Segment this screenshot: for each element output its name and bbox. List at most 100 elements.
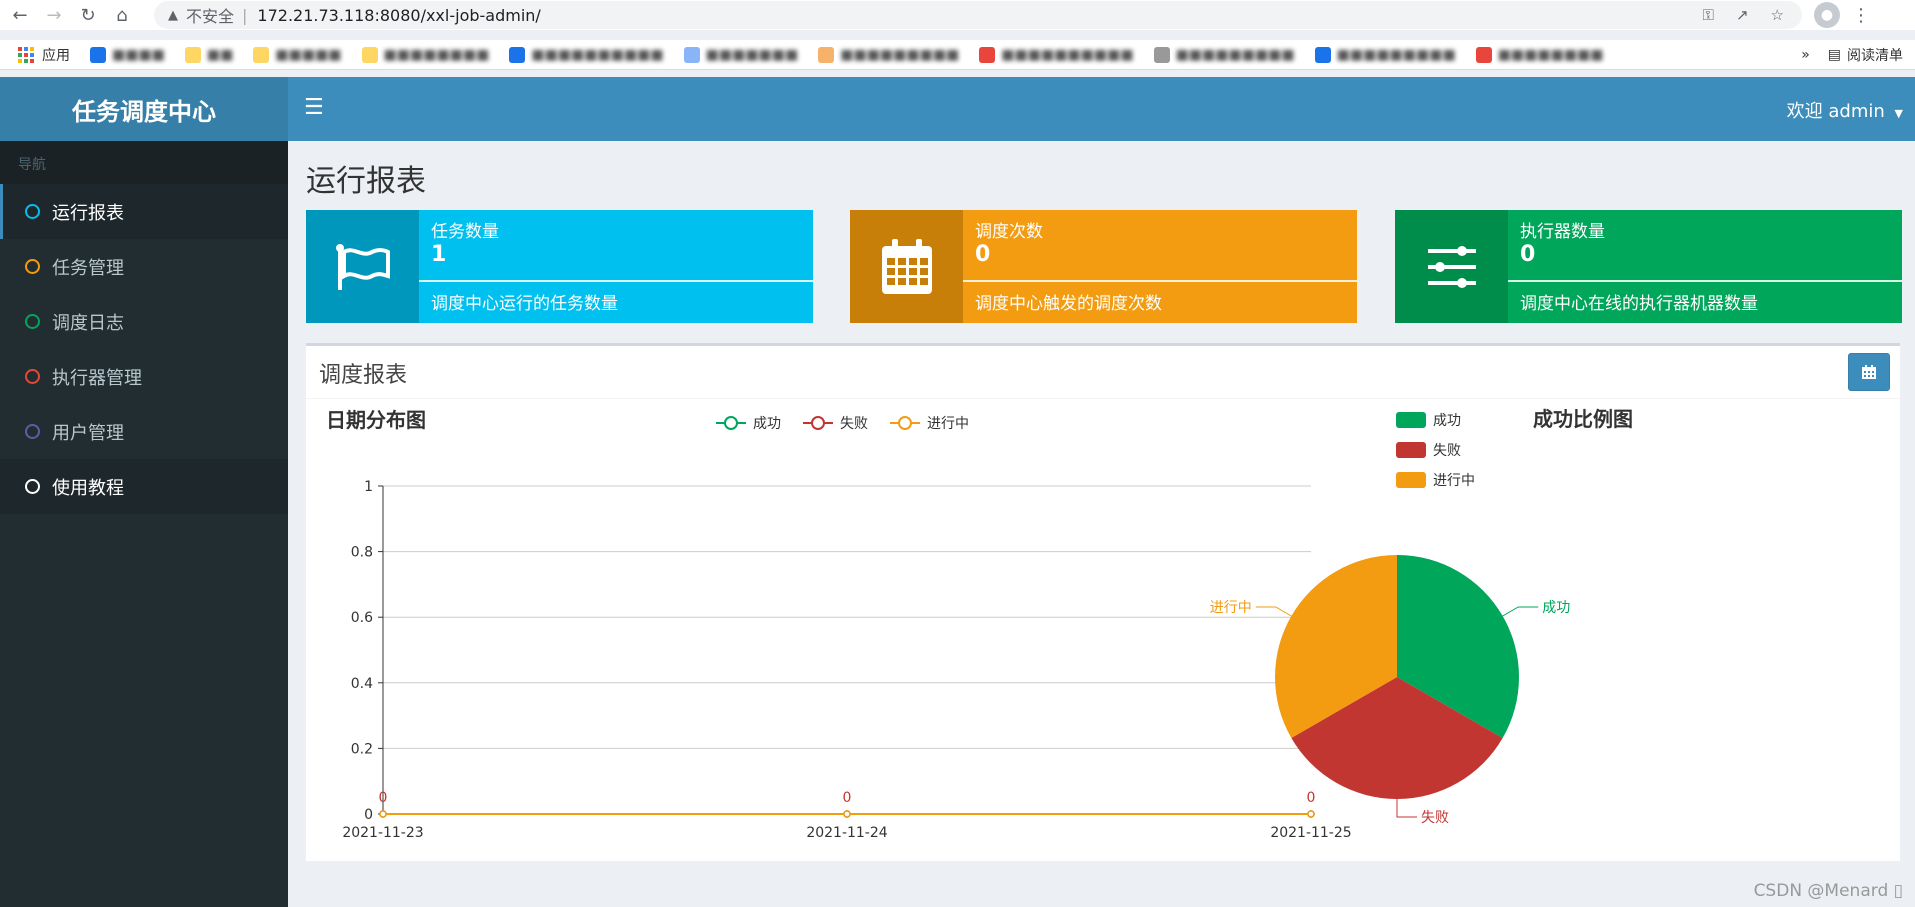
bookmark-item[interactable]: ■■■■■■■■ (361, 46, 489, 63)
pie-label-line (1502, 606, 1539, 617)
bookmark-apps[interactable]: 应用 (18, 45, 70, 65)
page-title: 运行报表 (306, 164, 426, 199)
legend-swatch (1396, 412, 1426, 428)
home-icon[interactable]: ⌂ (108, 1, 136, 29)
sidebar-item-executors[interactable]: 执行器管理 (0, 349, 288, 404)
forward-icon[interactable]: → (40, 1, 68, 29)
sidebar-item-users[interactable]: 用户管理 (0, 404, 288, 459)
menu-icon[interactable]: ⋮ (1852, 5, 1870, 26)
sidebar-item-label: 使用教程 (52, 477, 124, 499)
y-tick-label: 0.4 (351, 676, 373, 692)
more-bookmarks[interactable]: » (1801, 47, 1810, 63)
bookmark-item[interactable]: ■■ (184, 46, 233, 63)
data-label: 0 (379, 790, 388, 806)
x-tick-label: 2021-11-24 (806, 825, 887, 841)
insecure-label: 不安全 (186, 7, 235, 26)
data-label: 0 (843, 790, 852, 806)
calendar-icon (850, 210, 963, 323)
browser-toolbar: ← → ↻ ⌂ ▲ 不安全 | 172.21.73.118:8080/xxl-j… (0, 0, 1915, 30)
data-point (843, 810, 851, 818)
sidebar-item-logs[interactable]: 调度日志 (0, 294, 288, 349)
info-description: 调度中心在线的执行器机器数量 (1520, 294, 1758, 314)
legend-label: 失败 (1433, 443, 1461, 459)
pie-label: 失败 (1421, 810, 1449, 826)
share-icon[interactable]: ↗ (1736, 6, 1749, 24)
info-label: 调度次数 (975, 222, 1043, 242)
x-tick-label: 2021-11-23 (342, 825, 423, 841)
sidebar-item-label: 任务管理 (52, 257, 124, 279)
sidebar-header: 导航 (0, 141, 288, 184)
info-label: 执行器数量 (1520, 222, 1605, 242)
y-tick-label: 0.8 (351, 545, 373, 561)
sidebar-toggle-icon[interactable]: ☰ (304, 95, 324, 120)
sidebar-item-tutorial[interactable]: 使用教程 (0, 459, 288, 514)
legend-swatch (1396, 442, 1426, 458)
warning-icon: ▲ (168, 7, 178, 23)
legend-label: 进行中 (1433, 473, 1475, 489)
pie-label: 进行中 (1210, 600, 1252, 616)
bookmark-item[interactable]: ■■■■■ (253, 46, 342, 63)
address-bar[interactable]: ▲ 不安全 | 172.21.73.118:8080/xxl-job-admin… (154, 1, 1802, 29)
x-tick-label: 2021-11-25 (1270, 825, 1351, 841)
line-chart-title: 日期分布图 (326, 408, 426, 432)
sidebar-item-label: 调度日志 (52, 312, 124, 334)
legend-marker (898, 416, 912, 430)
reading-list[interactable]: 阅读清单 (1847, 45, 1903, 65)
bookmark-item[interactable]: ■■■■■■■■■ (1153, 46, 1295, 63)
pie-chart-title: 成功比例图 (1533, 407, 1633, 431)
info-box-triggers: 调度次数 0 调度中心触发的调度次数 (850, 210, 1357, 323)
user-menu[interactable]: 欢迎 admin ▼ (1787, 97, 1903, 123)
charts-area: 日期分布图 成功 失败 进行中00.20.40.60.812021-11-23 2021… (326, 407, 1633, 841)
bookmark-item[interactable]: ■■■■■■■■■■ (979, 46, 1134, 63)
circle-icon (25, 259, 40, 274)
bookmark-item[interactable]: ■■■■■■■■ (1475, 46, 1604, 63)
sliders-icon (1395, 210, 1508, 323)
top-navbar: ☰ 欢迎 admin ▼ (288, 77, 1915, 141)
sidebar-item-label: 执行器管理 (52, 367, 142, 389)
bookmark-item[interactable]: ■■■■■■■■■■ (509, 46, 664, 63)
sidebar-item-label: 运行报表 (52, 202, 124, 224)
profile-icon[interactable]: ● (1814, 2, 1840, 28)
bookmark-item[interactable]: ■■■■■■■■■ (818, 46, 959, 63)
info-label: 任务数量 (431, 222, 499, 242)
y-tick-label: 1 (364, 479, 373, 495)
sidebar-item-jobs[interactable]: 任务管理 (0, 239, 288, 294)
app-logo[interactable]: 任务调度中心 (0, 77, 288, 141)
sidebar-item-label: 用户管理 (52, 422, 124, 444)
info-value: 0 (975, 242, 991, 267)
key-icon[interactable]: ⚿ (1703, 6, 1714, 24)
star-icon[interactable]: ☆ (1771, 6, 1784, 24)
pie-label: 成功 (1542, 600, 1570, 616)
circle-icon (25, 479, 40, 494)
circle-icon (25, 314, 40, 329)
sidebar-item-report[interactable]: 运行报表 (0, 184, 288, 239)
data-point (379, 810, 387, 818)
circle-icon (25, 369, 40, 384)
info-value: 1 (431, 242, 447, 267)
progress-bar (1508, 280, 1902, 282)
sidebar: 导航 运行报表 任务管理 调度日志 执行器管理 用户管理 使用教程 (0, 141, 288, 907)
watermark: CSDN @Menard ▯ (1753, 881, 1903, 901)
bookmark-item[interactable]: ■■■■ (90, 46, 165, 63)
y-tick-label: 0 (364, 807, 373, 823)
flag-icon (306, 210, 419, 323)
apps-icon (18, 46, 34, 63)
progress-bar (963, 280, 1357, 282)
url-text[interactable]: 172.21.73.118:8080/xxl-job-admin/ (257, 6, 540, 25)
pie-label-line (1255, 606, 1292, 617)
pie-label-line (1396, 799, 1417, 818)
circle-icon (25, 204, 40, 219)
legend-swatch (1396, 472, 1426, 488)
reading-list-icon[interactable]: ▤ (1828, 47, 1841, 63)
welcome-text: 欢迎 admin (1786, 101, 1885, 122)
back-icon[interactable]: ← (6, 1, 34, 29)
bookmark-item[interactable]: ■■■■■■■■■ (1314, 46, 1456, 63)
legend-marker (724, 416, 738, 430)
reload-icon[interactable]: ↻ (74, 1, 102, 29)
y-tick-label: 0.6 (351, 610, 373, 626)
y-tick-label: 0.2 (351, 741, 373, 757)
bookmark-item[interactable]: ■■■■■■■ (683, 46, 798, 63)
legend-label: 失败 (840, 416, 868, 432)
caret-down-icon: ▼ (1894, 107, 1903, 120)
info-description: 调度中心触发的调度次数 (975, 294, 1162, 314)
